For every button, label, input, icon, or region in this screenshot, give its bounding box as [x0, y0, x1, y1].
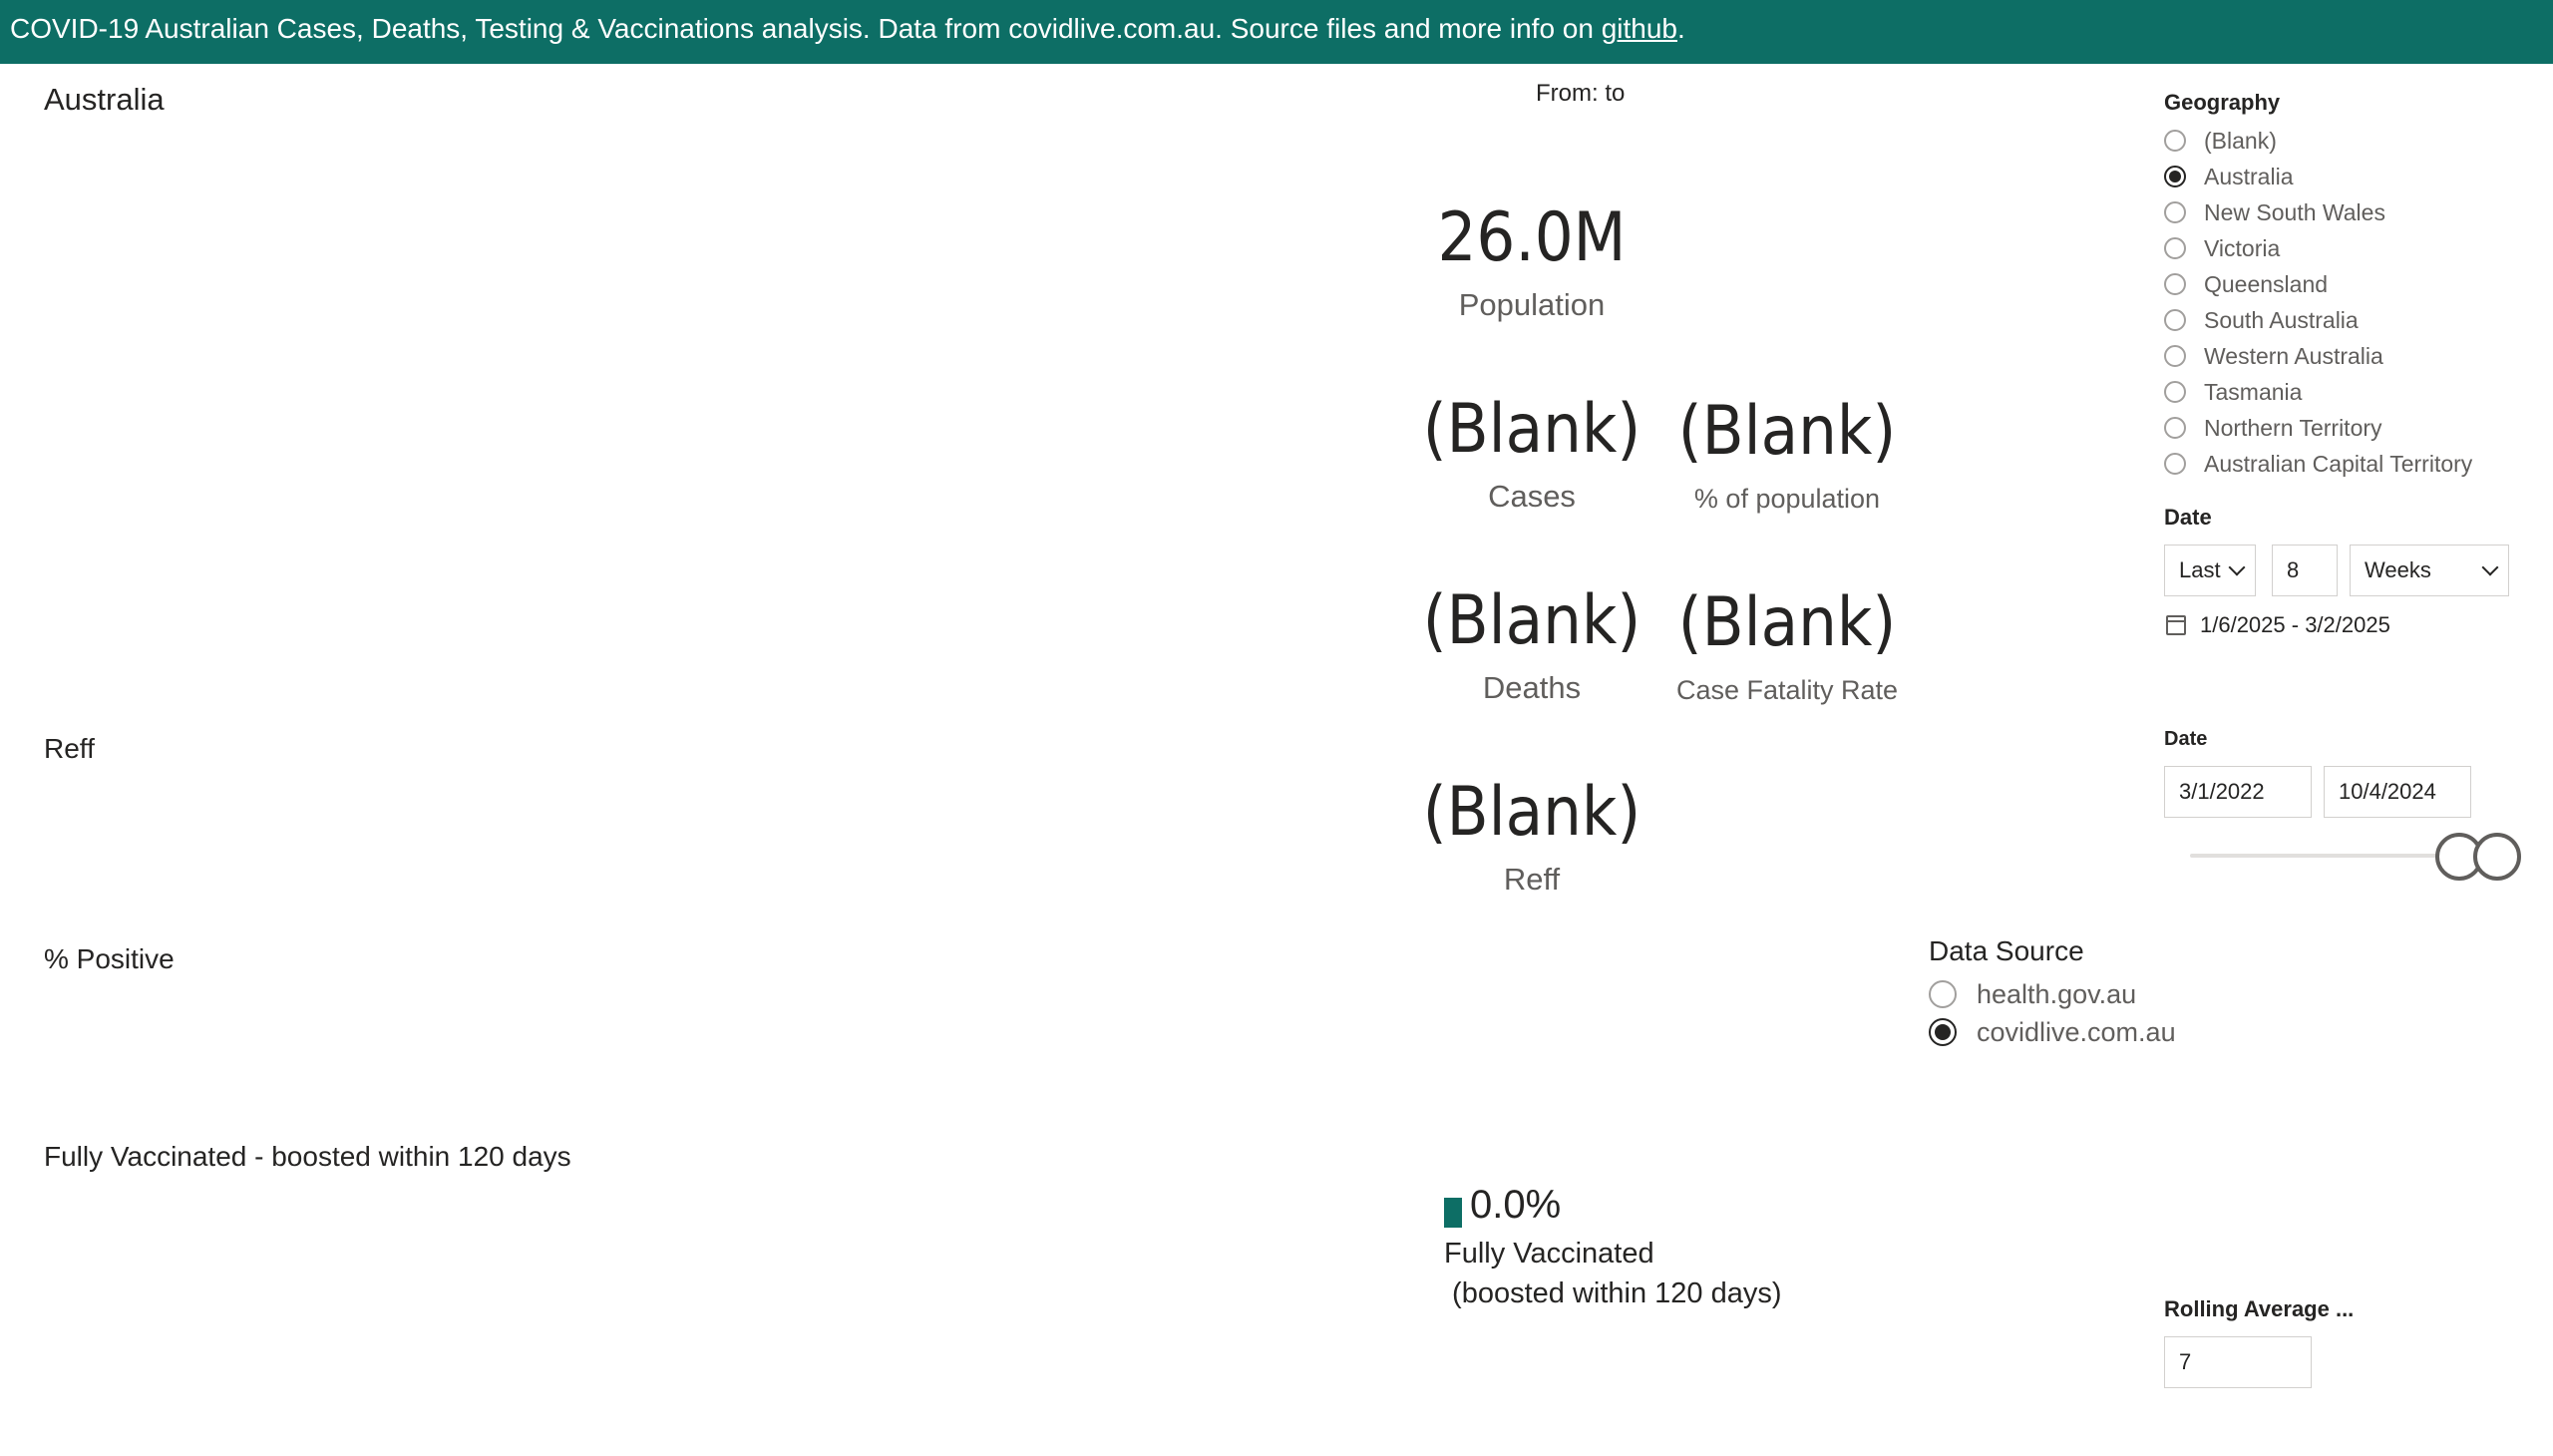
date-unit-value: Weeks: [2365, 557, 2431, 582]
kpi-cfr-label: Case Fatality Rate: [1675, 675, 1899, 705]
radio-selected-icon[interactable]: [2164, 166, 2186, 187]
radio-unselected-icon[interactable]: [2164, 453, 2186, 475]
geography-option[interactable]: South Australia: [2164, 303, 2359, 337]
kpi-reff-label: Reff: [1503, 862, 1561, 897]
kpi-cfr-value: (Blank): [1677, 583, 1897, 662]
kpi-reff-value: (Blank): [1422, 773, 1641, 852]
geography-option-label: South Australia: [2204, 306, 2359, 333]
geography-option-label: Australia: [2204, 163, 2294, 189]
date-mode-value: Last: [2179, 557, 2221, 582]
date-range-display: 1/6/2025 - 3/2/2025: [2166, 612, 2390, 638]
date-between-title: Date: [2164, 728, 2208, 750]
geography-option[interactable]: Australian Capital Territory: [2164, 447, 2472, 481]
radio-unselected-icon[interactable]: [2164, 201, 2186, 223]
rolling-average-title: Rolling Average ...: [2164, 1296, 2355, 1321]
github-link[interactable]: github: [1602, 13, 1677, 44]
reff-chart-title: Reff: [44, 733, 95, 764]
chevron-down-icon: [2481, 558, 2499, 576]
data-source-option[interactable]: health.gov.au: [1929, 975, 2136, 1013]
geography-option-label: (Blank): [2204, 127, 2277, 154]
data-source-option[interactable]: covidlive.com.au: [1929, 1013, 2176, 1051]
kpi-reff: (Blank) Reff: [1382, 774, 1681, 900]
date-count-input[interactable]: 8: [2272, 545, 2338, 596]
radio-unselected-icon[interactable]: [2164, 237, 2186, 259]
kpi-pct-population: (Blank) % of population: [1618, 393, 1957, 519]
from-to-label: From: to: [1536, 80, 1626, 107]
radio-unselected-icon[interactable]: [2164, 417, 2186, 439]
kpi-case-fatality-rate: (Blank) Case Fatality Rate: [1618, 584, 1957, 710]
vaccination-value: 0.0%: [1470, 1183, 1562, 1227]
radio-unselected-icon[interactable]: [2164, 309, 2186, 331]
geography-option[interactable]: Victoria: [2164, 231, 2280, 265]
geography-option[interactable]: New South Wales: [2164, 195, 2385, 229]
geography-option-label: Tasmania: [2204, 378, 2303, 405]
date-relative-title: Date: [2164, 505, 2212, 530]
geography-option[interactable]: Western Australia: [2164, 339, 2383, 373]
geography-option[interactable]: Northern Territory: [2164, 411, 2382, 445]
vaccination-bar: [1444, 1198, 1462, 1228]
radio-unselected-icon[interactable]: [2164, 381, 2186, 403]
geography-option-label: Victoria: [2204, 234, 2281, 261]
radio-unselected-icon[interactable]: [1929, 980, 1957, 1008]
geography-option-label: Australian Capital Territory: [2204, 450, 2473, 477]
radio-unselected-icon[interactable]: [2164, 345, 2186, 367]
kpi-population-value: 26.0M: [1437, 198, 1627, 277]
geography-option-label: Northern Territory: [2204, 414, 2382, 441]
kpi-pct-population-label: % of population: [1693, 484, 1881, 514]
date-start-input[interactable]: 3/1/2022: [2164, 766, 2312, 818]
kpi-pct-population-value: (Blank): [1677, 392, 1897, 471]
report-banner: COVID-19 Australian Cases, Deaths, Testi…: [0, 0, 2553, 64]
calendar-icon: [2166, 615, 2186, 635]
date-unit-dropdown[interactable]: Weeks: [2350, 545, 2509, 596]
geography-option[interactable]: (Blank): [2164, 124, 2277, 158]
radio-unselected-icon[interactable]: [2164, 273, 2186, 295]
geography-option-label: Queensland: [2204, 270, 2329, 297]
kpi-population: 26.0M Population: [1382, 199, 1681, 325]
banner-suffix: .: [1677, 13, 1685, 44]
chevron-down-icon: [2228, 558, 2246, 576]
vaccinated-chart-title: Fully Vaccinated - boosted within 120 da…: [44, 1141, 571, 1172]
vaccination-label: Fully Vaccinated (boosted within 120 day…: [1444, 1238, 1782, 1309]
geography-option-label: New South Wales: [2204, 198, 2385, 225]
banner-text: COVID-19 Australian Cases, Deaths, Testi…: [10, 13, 1602, 44]
region-title: Australia: [44, 82, 165, 117]
date-range-text: 1/6/2025 - 3/2/2025: [2200, 612, 2390, 637]
radio-selected-icon[interactable]: [1929, 1018, 1957, 1046]
kpi-population-label: Population: [1458, 287, 1606, 322]
positive-chart-title: % Positive: [44, 943, 175, 974]
geography-option[interactable]: Queensland: [2164, 267, 2328, 301]
geography-slicer-title: Geography: [2164, 90, 2281, 115]
data-source-option-label: health.gov.au: [1977, 978, 2137, 1009]
date-end-input[interactable]: 10/4/2024: [2324, 766, 2471, 818]
geography-option-label: Western Australia: [2204, 342, 2383, 369]
date-mode-dropdown[interactable]: Last: [2164, 545, 2256, 596]
data-source-option-label: covidlive.com.au: [1977, 1016, 2176, 1047]
radio-unselected-icon[interactable]: [2164, 130, 2186, 152]
date-slider-track[interactable]: [2190, 854, 2449, 858]
data-source-title: Data Source: [1929, 935, 2084, 966]
date-slider-end-handle[interactable]: [2473, 833, 2521, 881]
geography-option[interactable]: Australia: [2164, 160, 2293, 193]
rolling-average-input[interactable]: 7: [2164, 1336, 2312, 1388]
geography-option[interactable]: Tasmania: [2164, 375, 2302, 409]
